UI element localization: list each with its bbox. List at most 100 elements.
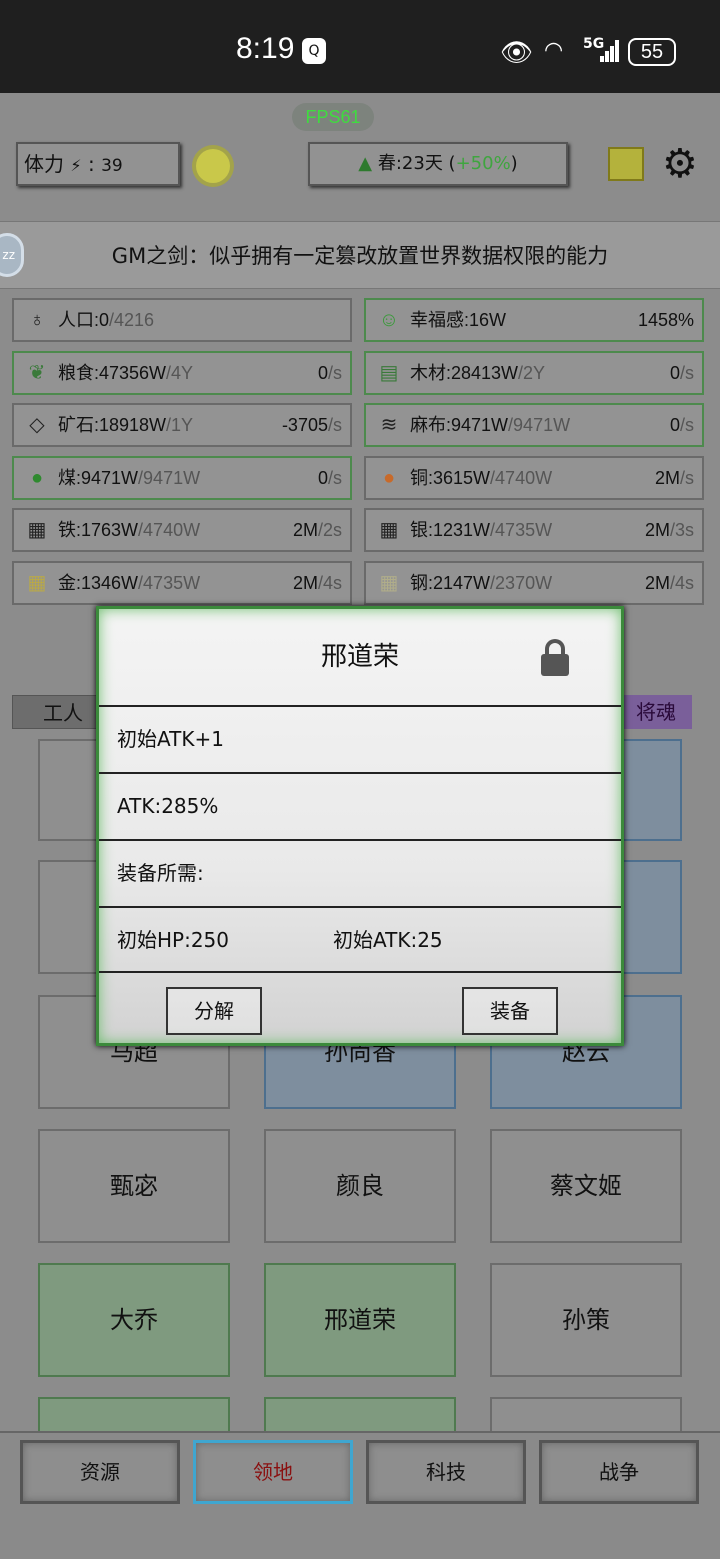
nav-resources[interactable]: 资源 (20, 1440, 180, 1504)
resource-rate-unit: /s (327, 467, 342, 488)
resource-max: /9471W (508, 415, 571, 435)
resource-card: ≋ 麻布:9471W/9471W 0/s (364, 403, 704, 447)
copper-icon: ● (382, 466, 396, 489)
resource-max: /4735W (138, 572, 201, 593)
resource-card: ▦ 金:1346W/4735W 2M/4s (12, 560, 352, 605)
general-name: 孙策 (562, 1306, 610, 1334)
stamina-value: 39 (101, 156, 123, 176)
resource-name: 铜:3615W (410, 467, 491, 488)
grain-icon: ❦ (28, 361, 46, 384)
requirement-label: 装备所需: (117, 861, 204, 885)
resource-rate-unit: /s (679, 467, 694, 488)
general-name: 甄宓 (110, 1172, 158, 1200)
battery-icon: 55 (628, 38, 676, 66)
item-description: GM之剑：似乎拥有一定篡改放置世界数据权限的能力 (0, 221, 720, 289)
sleep-badge[interactable]: zz (0, 233, 24, 277)
resource-rate-unit: /s (327, 362, 342, 383)
signal-icon (600, 40, 620, 62)
lightning-icon: ⚡ (70, 156, 82, 175)
resource-rate: 2M (644, 520, 670, 540)
resource-max: /4740W (490, 467, 553, 488)
resource-name: 银:1231W (410, 520, 491, 540)
resource-max: /1Y (166, 415, 194, 435)
resource-rate-unit: /4s (317, 572, 342, 593)
resource-name: 煤:9471W (58, 467, 139, 488)
eye-icon: 👁 (500, 38, 534, 68)
lock-icon[interactable] (541, 639, 569, 677)
clock: 8:19 (236, 32, 295, 65)
resource-rate-unit: /s (679, 415, 694, 435)
resource-rate: 1458% (637, 310, 694, 330)
resource-card: ❦ 粮食:47356W/4Y 0/s (12, 350, 352, 395)
wifi-icon: ◠ (544, 38, 564, 63)
resource-rate-unit: /s (679, 362, 694, 383)
initial-atk: 初始ATK:25 (333, 928, 443, 952)
smile-icon: ☺ (378, 309, 400, 331)
resource-rate-unit: /4s (669, 572, 694, 593)
season-bonus: +50% (455, 153, 511, 174)
resource-max: /2Y (518, 362, 546, 383)
nav-war[interactable]: 战争 (539, 1440, 699, 1504)
resource-rate: 0 (669, 415, 680, 435)
resource-max: /9471W (138, 467, 201, 488)
general-card[interactable]: 蔡文姬 (490, 1129, 682, 1243)
gold-icon: ▦ (27, 571, 47, 594)
resource-max: /4735W (490, 520, 553, 540)
resource-name: 麻布:9471W (410, 415, 509, 435)
resource-name: 粮食:47356W (58, 362, 167, 383)
general-card[interactable]: 大乔 (38, 1263, 230, 1377)
resource-card: ▤ 木材:28413W/2Y 0/s (364, 350, 704, 395)
resource-max: /4Y (166, 362, 194, 383)
stamina-box: 体力 ⚡ : 39 (16, 142, 180, 186)
wood-icon: ▤ (379, 361, 399, 384)
resource-max: /2370W (490, 572, 553, 593)
resource-rate-unit: /3s (669, 520, 694, 540)
general-card[interactable]: 甄宓 (38, 1129, 230, 1243)
resource-card: ● 铜:3615W/4740W 2M/s (364, 455, 704, 500)
fps-counter: FPS61 (292, 103, 374, 131)
season-text: 春:23天 (377, 153, 443, 174)
resource-max: /4216 (109, 310, 155, 330)
qq-icon: Q (302, 38, 326, 64)
resource-rate: 0 (669, 362, 680, 383)
nav-territory[interactable]: 领地 (193, 1440, 353, 1504)
general-name: 蔡文姬 (550, 1172, 622, 1200)
resource-card: ● 煤:9471W/9471W 0/s (12, 455, 352, 500)
gift-icon[interactable] (608, 147, 644, 181)
resource-card: ◇ 矿石:18918W/1Y -3705/s (12, 403, 352, 447)
resource-card: ♁ 人口:0/4216 (12, 298, 352, 342)
equip-button[interactable]: 装备 (462, 987, 558, 1035)
decompose-button[interactable]: 分解 (166, 987, 262, 1035)
resource-card: ▦ 钢:2147W/2370W 2M/4s (364, 560, 704, 605)
resource-name: 木材:28413W (410, 362, 519, 383)
resource-rate-unit: /2s (317, 520, 342, 540)
resource-rate: 2M (292, 572, 318, 593)
general-card[interactable]: 颜良 (264, 1129, 456, 1243)
resource-name: 钢:2147W (410, 572, 491, 593)
stamina-label: 体力 (24, 152, 64, 176)
resource-rate: 2M (644, 572, 670, 593)
resource-name: 金:1346W (58, 572, 139, 593)
atk-row: ATK:285% (99, 772, 621, 839)
resource-rate: 2M (292, 520, 318, 540)
people-icon: ♁ (29, 309, 45, 331)
resource-card: ▦ 银:1231W/4735W 2M/3s (364, 508, 704, 552)
resource-rate: 0 (317, 467, 328, 488)
resource-rate-unit: /s (327, 415, 342, 435)
general-card[interactable]: 邢道荣 (264, 1263, 456, 1377)
general-name: 大乔 (110, 1306, 158, 1334)
steel-icon: ▦ (379, 571, 399, 594)
initial-hp: 初始HP:250 (117, 928, 230, 952)
gear-icon[interactable]: ⚙ (662, 141, 698, 187)
tab-souls[interactable]: 将魂 (620, 695, 692, 729)
resource-name: 人口:0 (58, 310, 110, 330)
general-name: 邢道荣 (324, 1306, 396, 1334)
resource-name: 幸福感:16W (410, 310, 507, 330)
resource-rate: 2M (654, 467, 680, 488)
nav-technology[interactable]: 科技 (366, 1440, 526, 1504)
ore-icon: ◇ (29, 414, 45, 436)
general-name: 颜良 (336, 1172, 384, 1200)
equipment-dialog: 邢道荣 初始ATK+1 ATK:285% 装备所需: 初始HP:250 初始AT… (96, 606, 624, 1046)
general-card[interactable]: 孙策 (490, 1263, 682, 1377)
resource-max: /4740W (138, 520, 201, 540)
